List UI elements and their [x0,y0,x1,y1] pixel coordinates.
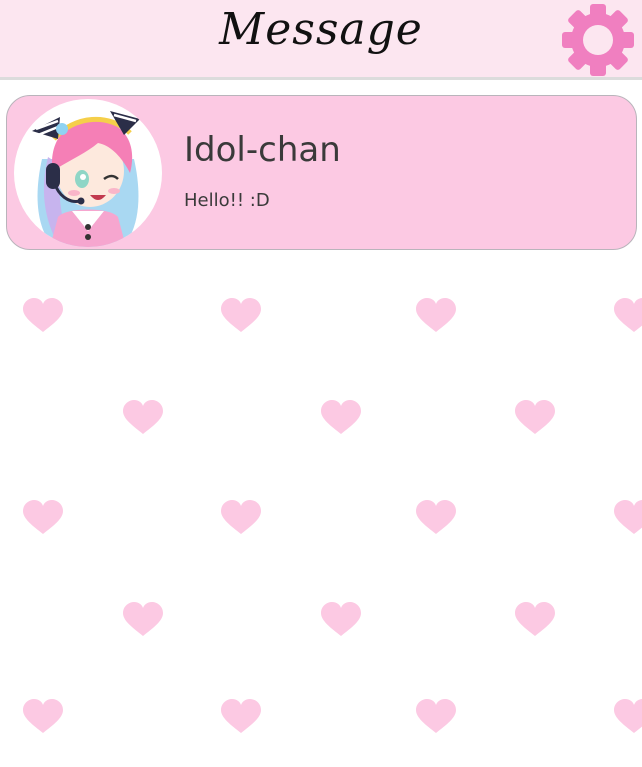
heart-icon [416,298,456,332]
heart-icon [614,298,642,332]
heart-icon [614,699,642,733]
heart-icon [416,699,456,733]
heart-icon [515,602,555,636]
conversation-item[interactable]: Idol-chan Hello!! :D [6,95,637,250]
page-title: Message [219,4,423,55]
heart-icon [321,602,361,636]
heart-icon [614,500,642,534]
heart-icon [221,298,261,332]
header-bar: Message [0,0,642,80]
heart-icon [23,699,63,733]
heart-icon [221,500,261,534]
heart-icon [123,602,163,636]
heart-icon [416,500,456,534]
avatar-idol-chan [32,111,140,247]
heart-icon [23,500,63,534]
gear-icon[interactable] [561,3,635,77]
heart-icon [23,298,63,332]
heart-icon [221,699,261,733]
heart-icon [515,400,555,434]
message-preview: Hello!! :D [184,190,270,211]
avatar [14,99,162,247]
heart-icon [321,400,361,434]
contact-name: Idol-chan [184,130,341,170]
heart-icon [123,400,163,434]
